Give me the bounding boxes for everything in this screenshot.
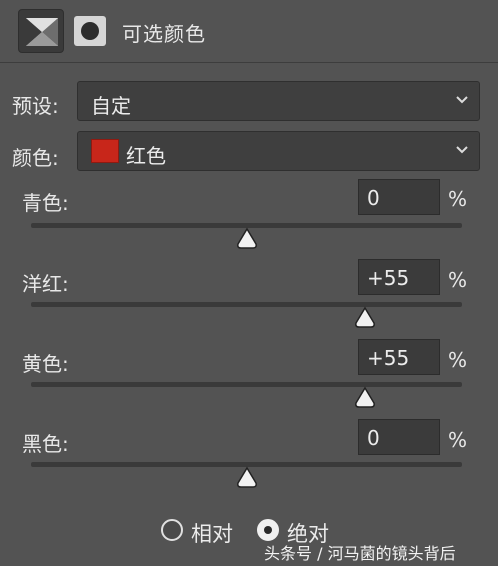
cyan-value: 0	[367, 186, 380, 210]
black-label: 黑色:	[22, 432, 69, 456]
preset-value: 自定	[91, 94, 131, 118]
magenta-value: +55	[367, 266, 410, 290]
yellow-value-input[interactable]: +55	[358, 339, 440, 375]
magenta-percent: %	[448, 268, 468, 292]
magenta-value-input[interactable]: +55	[358, 259, 440, 295]
panel-title: 可选颜色	[122, 22, 206, 46]
yellow-slider-track[interactable]	[31, 382, 462, 387]
colors-value: 红色	[126, 144, 166, 168]
cyan-label: 青色:	[22, 191, 69, 215]
layer-mask-icon[interactable]	[74, 16, 106, 46]
radio-selected-icon	[257, 519, 279, 541]
magenta-label: 洋红:	[22, 272, 69, 296]
preset-dropdown[interactable]: 自定	[77, 81, 480, 121]
cyan-slider-thumb[interactable]	[235, 227, 259, 251]
radio-unselected-icon	[161, 519, 183, 541]
selective-color-icon	[26, 18, 58, 46]
black-percent: %	[448, 428, 468, 452]
cyan-value-input[interactable]: 0	[358, 179, 440, 215]
yellow-slider-thumb[interactable]	[353, 386, 377, 410]
black-value: 0	[367, 426, 380, 450]
black-value-input[interactable]: 0	[358, 419, 440, 455]
relative-label: 相对	[191, 522, 233, 546]
yellow-value: +55	[367, 346, 410, 370]
yellow-label: 黄色:	[22, 352, 69, 376]
watermark: 头条号 / 河马菌的镜头背后	[264, 544, 456, 563]
preset-label: 预设:	[12, 94, 59, 118]
adjustment-layer-icon-button[interactable]	[18, 9, 64, 53]
chevron-down-icon	[456, 96, 468, 104]
yellow-percent: %	[448, 348, 468, 372]
black-slider-thumb[interactable]	[235, 466, 259, 490]
header-divider	[0, 62, 498, 63]
magenta-slider-thumb[interactable]	[353, 306, 377, 330]
color-swatch	[91, 139, 119, 163]
colors-label: 颜色:	[12, 146, 59, 170]
colors-dropdown[interactable]: 红色	[77, 131, 480, 171]
chevron-down-icon	[456, 146, 468, 154]
panel-header: 可选颜色	[0, 0, 498, 62]
magenta-slider-track[interactable]	[31, 302, 462, 307]
cyan-percent: %	[448, 187, 468, 211]
